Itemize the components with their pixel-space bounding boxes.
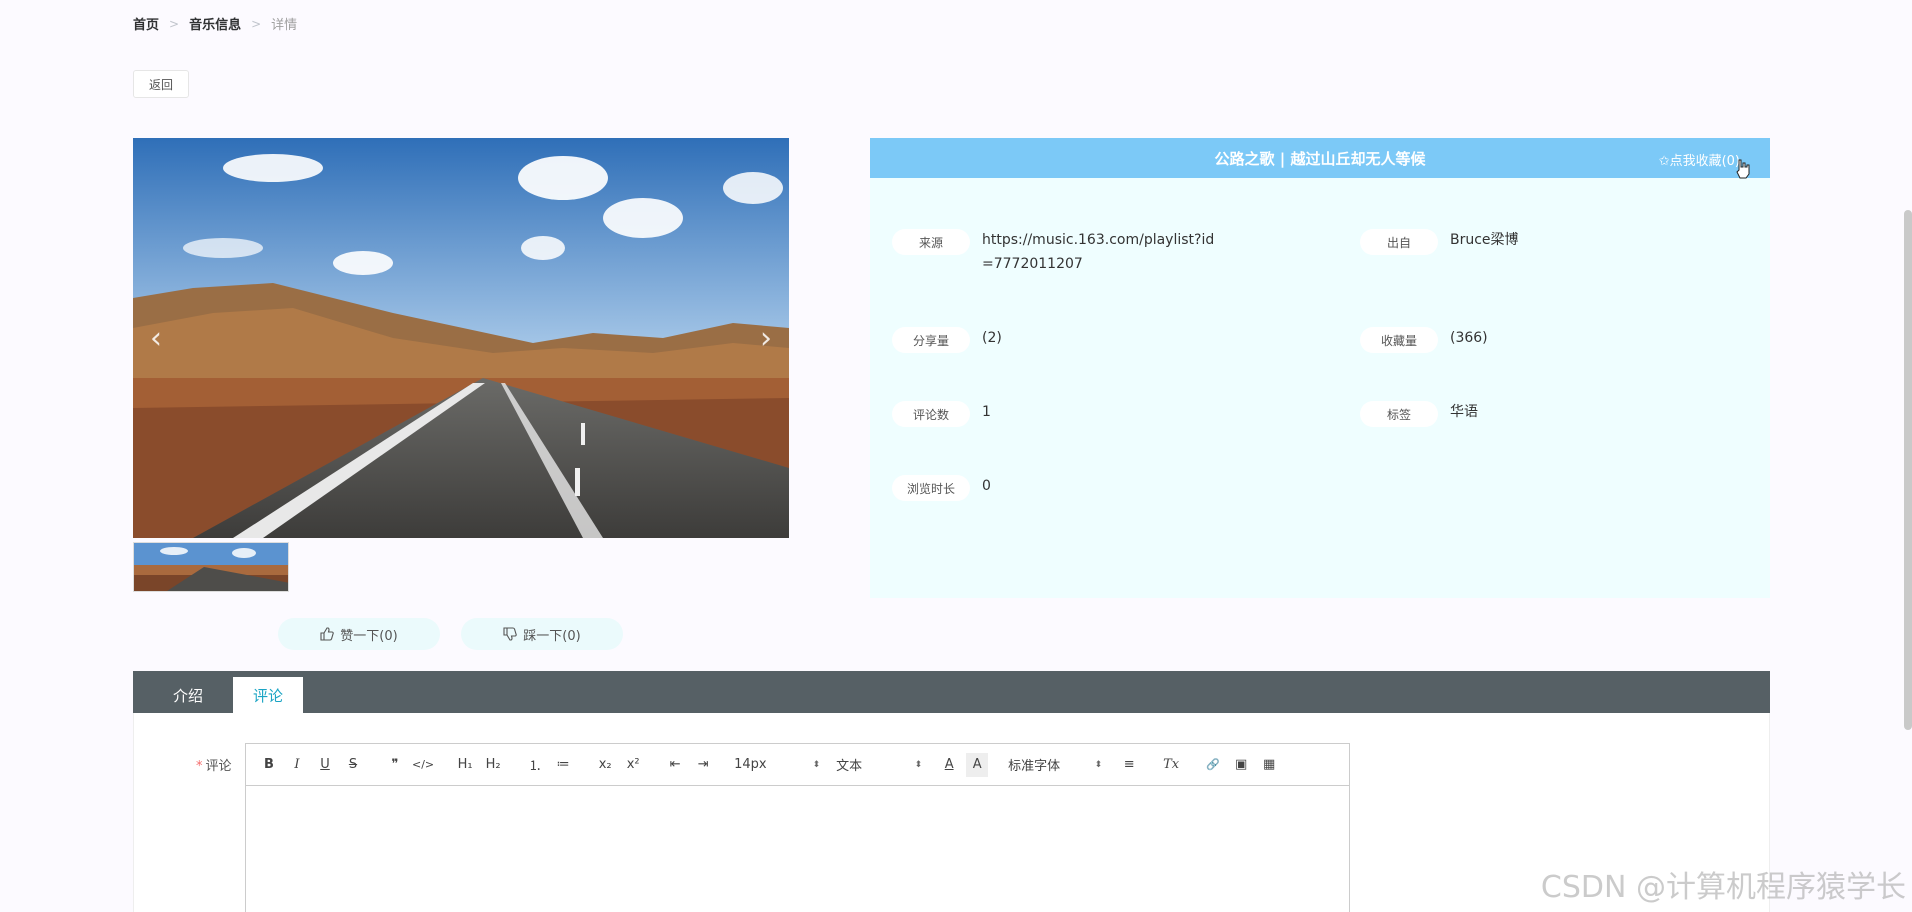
field-value: 0: [982, 478, 991, 494]
image-icon[interactable]: ▣: [1230, 753, 1252, 777]
clear-format-icon[interactable]: Tx: [1160, 753, 1182, 777]
field-label: 标签: [1360, 401, 1438, 427]
subscript-icon[interactable]: x₂: [594, 753, 616, 777]
gallery-thumbnail[interactable]: [133, 542, 289, 592]
field-favorite-count: 收藏量 (366): [1360, 327, 1488, 353]
field-value: 1: [982, 404, 991, 420]
breadcrumb-separator: >: [169, 16, 180, 31]
italic-icon[interactable]: I: [286, 753, 308, 777]
select-arrows-icon: ⬍: [1094, 759, 1103, 770]
breadcrumb: 首页 > 音乐信息 > 详情: [133, 14, 298, 34]
breadcrumb-current: 详情: [271, 18, 298, 33]
detail-title: 公路之歌 | 越过山丘却无人等候: [1214, 149, 1426, 168]
video-icon[interactable]: ▦: [1258, 753, 1280, 777]
tab-comments[interactable]: 评论: [233, 677, 304, 713]
like-label: 赞一下(0): [340, 628, 398, 644]
field-value: (366): [1450, 330, 1488, 346]
tab-bar: 介绍 评论: [133, 671, 1770, 713]
thumbs-down-icon: [503, 627, 518, 641]
heading2-icon[interactable]: H₂: [482, 753, 504, 777]
watermark: CSDN @计算机程序猿学长: [1540, 870, 1906, 905]
underline-icon[interactable]: U: [314, 753, 336, 777]
chevron-left-icon[interactable]: ‹: [141, 318, 171, 358]
code-icon[interactable]: </>: [412, 753, 434, 777]
header-select[interactable]: 文本 ⬍: [836, 753, 922, 777]
field-label: 分享量: [892, 327, 970, 353]
comment-section: * 评论 B I U S ❞ </> H₁ H₂ ⒈ ≔ x₂ x² ⇤ ⇥ 14…: [133, 713, 1770, 912]
thumbnail-image: [134, 543, 288, 591]
align-icon[interactable]: ≡: [1118, 753, 1140, 777]
hand-cursor-icon: [1736, 159, 1750, 179]
indent-icon[interactable]: ⇥: [692, 753, 714, 777]
road-landscape-image: [133, 138, 789, 538]
select-arrows-icon: ⬍: [812, 759, 821, 770]
link-icon[interactable]: 🔗: [1202, 753, 1224, 777]
thumbs-up-icon: [320, 627, 335, 641]
font-family-value: 标准字体: [1008, 759, 1061, 774]
field-from: 出自 Bruce梁博: [1360, 229, 1519, 255]
detail-panel: 公路之歌 | 越过山丘却无人等候 ✩点我收藏(0) 来源 https://mus…: [870, 138, 1770, 598]
dislike-label: 踩一下(0): [523, 628, 581, 644]
field-label: 浏览时长: [892, 475, 970, 501]
font-size-value: 14px: [734, 757, 767, 772]
rich-text-editor: B I U S ❞ </> H₁ H₂ ⒈ ≔ x₂ x² ⇤ ⇥ 14px ⬍: [245, 743, 1350, 912]
field-value: 华语: [1450, 404, 1478, 420]
superscript-icon[interactable]: x²: [622, 753, 644, 777]
field-source: 来源 https://music.163.com/playlist?id=777…: [892, 229, 1222, 276]
editor-toolbar: B I U S ❞ </> H₁ H₂ ⒈ ≔ x₂ x² ⇤ ⇥ 14px ⬍: [246, 744, 1349, 786]
like-button[interactable]: 赞一下(0): [278, 618, 440, 650]
breadcrumb-home[interactable]: 首页: [133, 14, 159, 33]
field-label: 收藏量: [1360, 327, 1438, 353]
field-value: https://music.163.com/playlist?id=777201…: [982, 232, 1215, 272]
font-size-select[interactable]: 14px ⬍: [734, 753, 820, 777]
font-family-select[interactable]: 标准字体 ⬍: [1008, 753, 1102, 777]
dislike-button[interactable]: 踩一下(0): [461, 618, 623, 650]
field-tag: 标签 华语: [1360, 401, 1478, 427]
strikethrough-icon[interactable]: S: [342, 753, 364, 777]
page-scrollbar[interactable]: [1904, 210, 1912, 730]
breadcrumb-separator: >: [251, 16, 262, 31]
chevron-right-icon[interactable]: ›: [751, 318, 781, 358]
field-view-duration: 浏览时长 0: [892, 475, 991, 501]
outdent-icon[interactable]: ⇤: [664, 753, 686, 777]
background-color-icon[interactable]: A: [966, 752, 989, 777]
ordered-list-icon[interactable]: ⒈: [524, 753, 546, 777]
comment-editor-input[interactable]: [246, 786, 1349, 912]
bullet-list-icon[interactable]: ≔: [552, 753, 574, 777]
header-value: 文本: [836, 759, 863, 774]
collect-button[interactable]: ✩点我收藏(0): [1659, 150, 1740, 169]
field-value: (2): [982, 330, 1002, 346]
comment-label-text: 评论: [205, 759, 232, 774]
detail-header: 公路之歌 | 越过山丘却无人等候 ✩点我收藏(0): [870, 138, 1770, 179]
field-comment-count: 评论数 1: [892, 401, 991, 427]
breadcrumb-music-info[interactable]: 音乐信息: [189, 14, 241, 33]
field-share-count: 分享量 (2): [892, 327, 1002, 353]
heading1-icon[interactable]: H₁: [454, 753, 476, 777]
field-value: Bruce梁博: [1450, 232, 1519, 248]
bold-icon[interactable]: B: [258, 753, 280, 777]
font-color-icon[interactable]: A: [938, 753, 960, 777]
comment-field-label: * 评论: [196, 755, 232, 774]
field-label: 出自: [1360, 229, 1438, 255]
select-arrows-icon: ⬍: [914, 759, 923, 770]
field-label: 评论数: [892, 401, 970, 427]
blockquote-icon[interactable]: ❞: [384, 753, 406, 777]
field-label: 来源: [892, 229, 970, 255]
back-button[interactable]: 返回: [133, 70, 189, 98]
image-carousel[interactable]: ‹ ›: [133, 138, 789, 538]
required-mark: *: [196, 759, 203, 774]
tab-intro[interactable]: 介绍: [153, 677, 223, 713]
